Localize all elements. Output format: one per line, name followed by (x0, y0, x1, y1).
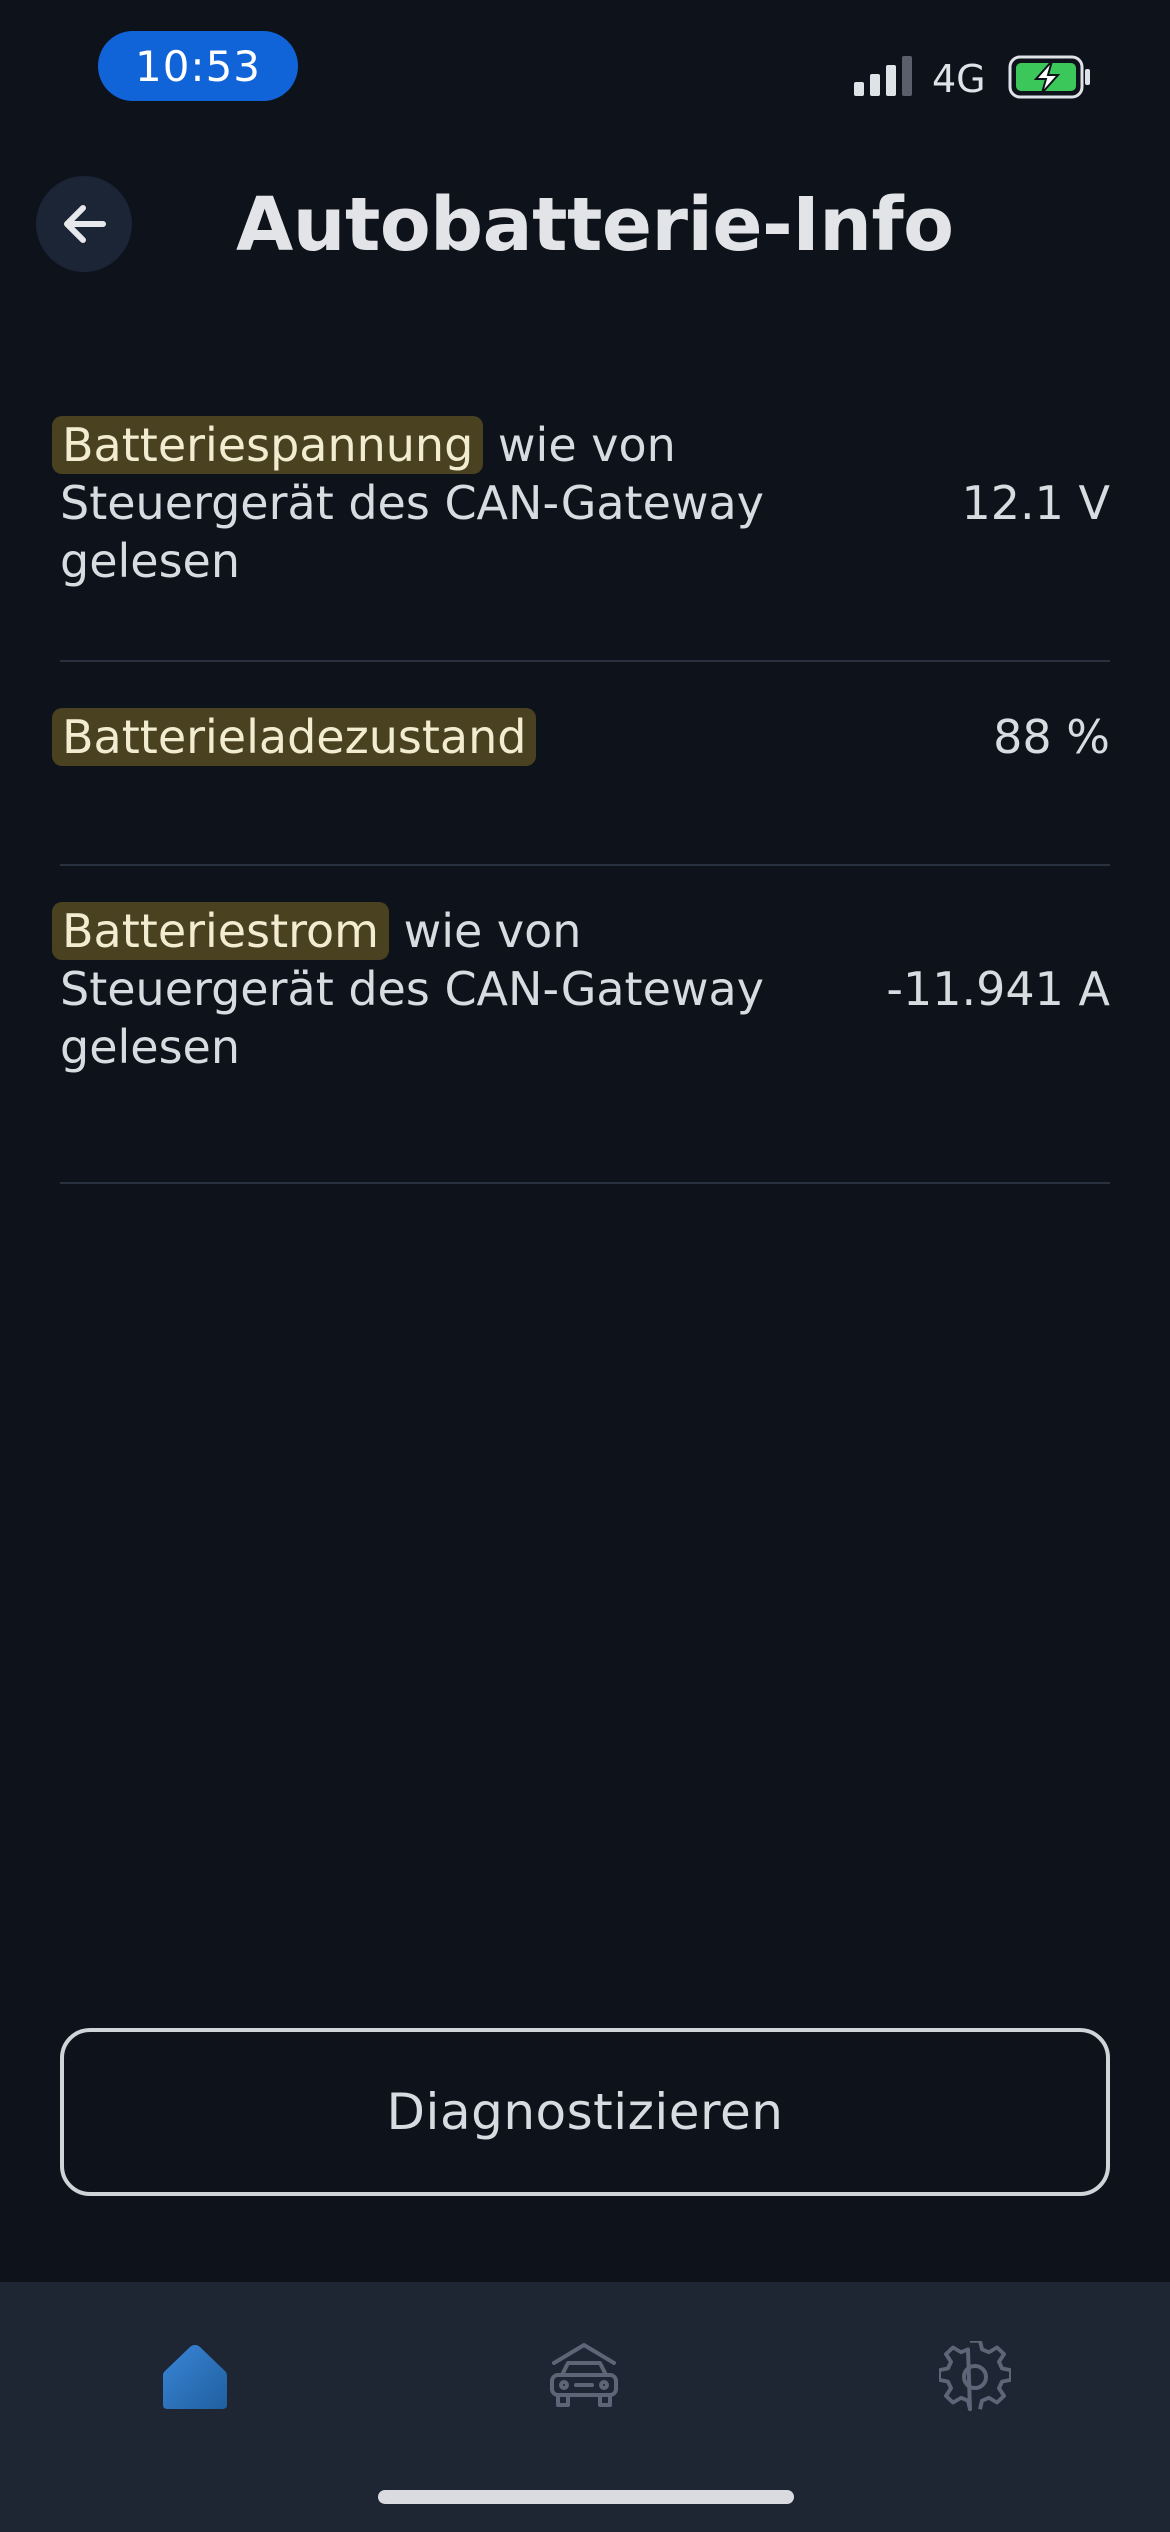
battery-voltage-value: 12.1 V (961, 476, 1110, 530)
search-highlight: Batteriespannung (52, 416, 484, 474)
car-icon (550, 2343, 618, 2407)
home-indicator (378, 2490, 794, 2504)
battery-charge-value: 88 % (993, 710, 1110, 764)
tab-settings[interactable] (920, 2322, 1030, 2432)
battery-charge-row: Batterieladezustand 88 % (52, 662, 1110, 866)
tab-home[interactable] (140, 2322, 250, 2432)
arrow-left-icon (64, 205, 106, 243)
status-time: 10:53 (98, 31, 298, 101)
battery-charging-icon (1008, 55, 1090, 99)
network-type-label: 4G (932, 57, 986, 101)
app-screen: 10:53 4G Autobatterie-Info Batteriespann… (0, 0, 1170, 2532)
battery-charge-label: Batterieladezustand (52, 708, 820, 766)
signal-bars-icon (854, 56, 912, 96)
diagnose-button[interactable]: Diagnostizieren (60, 2028, 1110, 2196)
battery-current-label: Batteriestrom wie von Steuergerät des CA… (52, 902, 820, 1076)
battery-voltage-row: Batteriespannung wie von Steuergerät des… (52, 400, 1110, 662)
battery-current-value: -11.941 A (886, 962, 1110, 1016)
battery-voltage-label: Batteriespannung wie von Steuergerät des… (52, 416, 820, 590)
home-icon (163, 2345, 227, 2409)
page-title: Autobatterie-Info (236, 182, 954, 268)
gear-icon (939, 2341, 1011, 2412)
battery-info-list: Batteriespannung wie von Steuergerät des… (52, 400, 1110, 1184)
battery-current-row: Batteriestrom wie von Steuergerät des CA… (52, 866, 1110, 1184)
tab-vehicle[interactable] (529, 2322, 639, 2432)
search-highlight: Batteriestrom (52, 902, 389, 960)
back-button[interactable] (36, 176, 132, 272)
status-bar: 10:53 4G (0, 0, 1170, 140)
search-highlight: Batterieladezustand (52, 708, 537, 766)
